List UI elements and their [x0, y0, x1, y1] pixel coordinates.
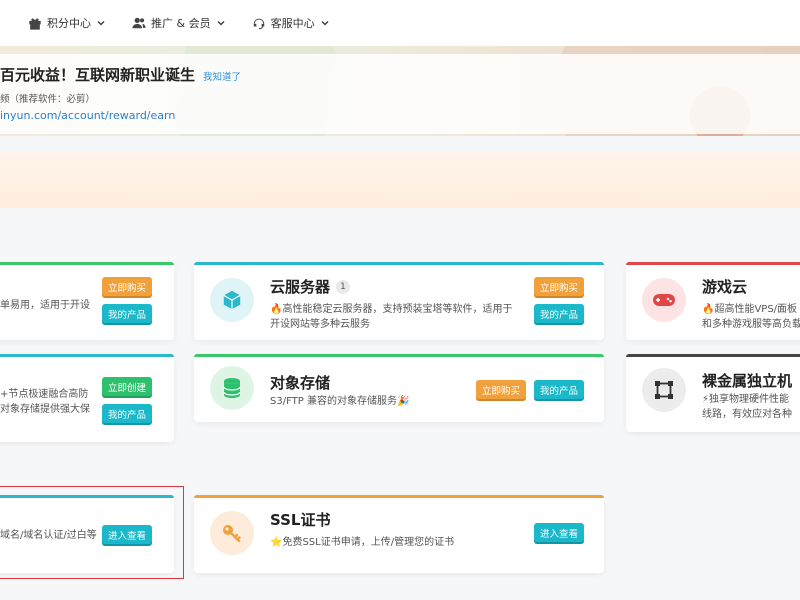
server-frame-icon	[642, 368, 686, 412]
nav-label: 推广 & 会员	[151, 17, 211, 30]
my-products-button[interactable]: 我的产品	[102, 404, 153, 423]
card-description: ⭐免费SSL证书申请，上传/管理您的证书	[270, 535, 454, 550]
database-icon	[210, 366, 254, 410]
my-products-button[interactable]: 我的产品	[534, 304, 585, 323]
selection-highlight	[0, 486, 184, 579]
desc-line: 🔥高性能稳定云服务器，支持预装宝塔等软件，适用于	[270, 304, 513, 315]
banner-title-row: 百元收益！互联网新职业诞生 我知道了	[0, 64, 800, 85]
product-card-partial-1: 单易用，适用于开设 立即购买 我的产品	[0, 262, 174, 340]
my-products-button[interactable]: 我的产品	[534, 380, 585, 399]
chevron-down-icon	[321, 20, 329, 26]
nav-label: 积分中心	[47, 17, 91, 30]
top-nav: 积分中心 推广 & 会员 客服中心	[0, 0, 800, 46]
buy-now-button[interactable]: 立即购买	[534, 277, 585, 296]
view-button[interactable]: 进入查看	[534, 523, 585, 542]
card-accent-line	[626, 354, 800, 357]
product-card-cloud-server[interactable]: 云服务器 1 🔥高性能稳定云服务器，支持预装宝塔等软件，适用于 开设网站等多种云…	[194, 262, 604, 340]
desc-line: +节点极速融合高防	[0, 389, 89, 400]
card-accent-line	[0, 262, 174, 265]
create-now-button[interactable]: 立即创建	[102, 377, 153, 396]
nav-support-center[interactable]: 客服中心	[252, 15, 330, 31]
product-card-game-cloud[interactable]: 游戏云 🔥超高性能VPS/面板 和多种游戏服等高负载	[626, 262, 800, 340]
card-accent-line	[194, 354, 604, 357]
desc-line: ⭐免费SSL证书申请，上传/管理您的证书	[270, 537, 455, 548]
product-card-partial-2: +节点极速融合高防 对象存储提供强大保 立即创建 我的产品	[0, 354, 174, 442]
desc-line: 线路，有效应对各种	[702, 409, 792, 420]
gamepad-icon	[642, 278, 686, 322]
card-description: +节点极速融合高防 对象存储提供强大保	[0, 387, 90, 417]
chevron-down-icon	[97, 20, 105, 26]
promo-banner: 百元收益！互联网新职业诞生 我知道了 频（推荐软件：必剪） inyun.com/…	[0, 46, 800, 136]
banner-subtitle: 频（推荐软件：必剪）	[0, 94, 96, 105]
card-description: 单易用，适用于开设	[0, 298, 90, 313]
card-title: 云服务器	[270, 278, 331, 296]
my-products-button[interactable]: 我的产品	[102, 304, 153, 323]
product-card-ssl[interactable]: SSL证书 ⭐免费SSL证书申请，上传/管理您的证书 进入查看	[194, 495, 604, 573]
key-icon	[210, 511, 254, 555]
card-description: S3/FTP 兼容的对象存储服务🎉	[270, 394, 409, 409]
product-card-bare-metal[interactable]: 裸金属独立机 ⚡独享物理硬件性能 线路，有效应对各种	[626, 354, 800, 432]
card-accent-line	[626, 262, 800, 265]
headset-icon	[253, 18, 264, 30]
buy-now-button[interactable]: 立即购买	[476, 380, 527, 399]
buy-now-button[interactable]: 立即购买	[102, 277, 153, 296]
card-accent-line	[194, 495, 604, 498]
card-title: SSL证书	[270, 511, 331, 529]
users-icon	[132, 17, 146, 29]
dismiss-link[interactable]: 我知道了	[203, 69, 241, 83]
count-badge: 1	[336, 279, 351, 294]
product-card-object-storage[interactable]: 对象存储 S3/FTP 兼容的对象存储服务🎉 立即购买 我的产品	[194, 354, 604, 422]
card-description: ⚡独享物理硬件性能 线路，有效应对各种	[702, 392, 792, 422]
card-accent-line	[194, 262, 604, 265]
gift-icon	[29, 18, 41, 30]
nav-label: 客服中心	[270, 17, 315, 30]
desc-line: 🔥超高性能VPS/面板	[702, 304, 798, 315]
desc-line: ⚡独享物理硬件性能	[702, 394, 790, 405]
desc-line: 对象存储提供强大保	[0, 404, 90, 415]
desc-line: 开设网站等多种云服务	[270, 319, 370, 330]
nav-points-center[interactable]: 积分中心	[28, 15, 106, 31]
banner-text-panel: 百元收益！互联网新职业诞生 我知道了 频（推荐软件：必剪） inyun.com/…	[0, 54, 800, 134]
card-title: 对象存储	[270, 374, 331, 392]
cube-icon	[210, 278, 254, 322]
banner-link[interactable]: inyun.com/account/reward/earn	[0, 109, 800, 122]
card-title: 游戏云	[702, 278, 748, 296]
desc-line: 单易用，适用于开设	[0, 300, 90, 311]
banner-title: 百元收益！互联网新职业诞生	[0, 66, 196, 84]
desc-line: 和多种游戏服等高负载	[702, 319, 800, 330]
desc-line: S3/FTP 兼容的对象存储服务🎉	[270, 396, 410, 407]
card-title: 裸金属独立机	[702, 372, 793, 390]
chevron-down-icon	[217, 20, 225, 26]
card-title-row: 云服务器 1	[270, 276, 351, 297]
notice-strip	[0, 152, 800, 208]
card-description: 🔥超高性能VPS/面板 和多种游戏服等高负载	[702, 302, 800, 332]
card-accent-line	[0, 354, 174, 357]
nav-promotion-membership[interactable]: 推广 & 会员	[132, 15, 226, 31]
card-description: 🔥高性能稳定云服务器，支持预装宝塔等软件，适用于 开设网站等多种云服务	[270, 302, 540, 332]
